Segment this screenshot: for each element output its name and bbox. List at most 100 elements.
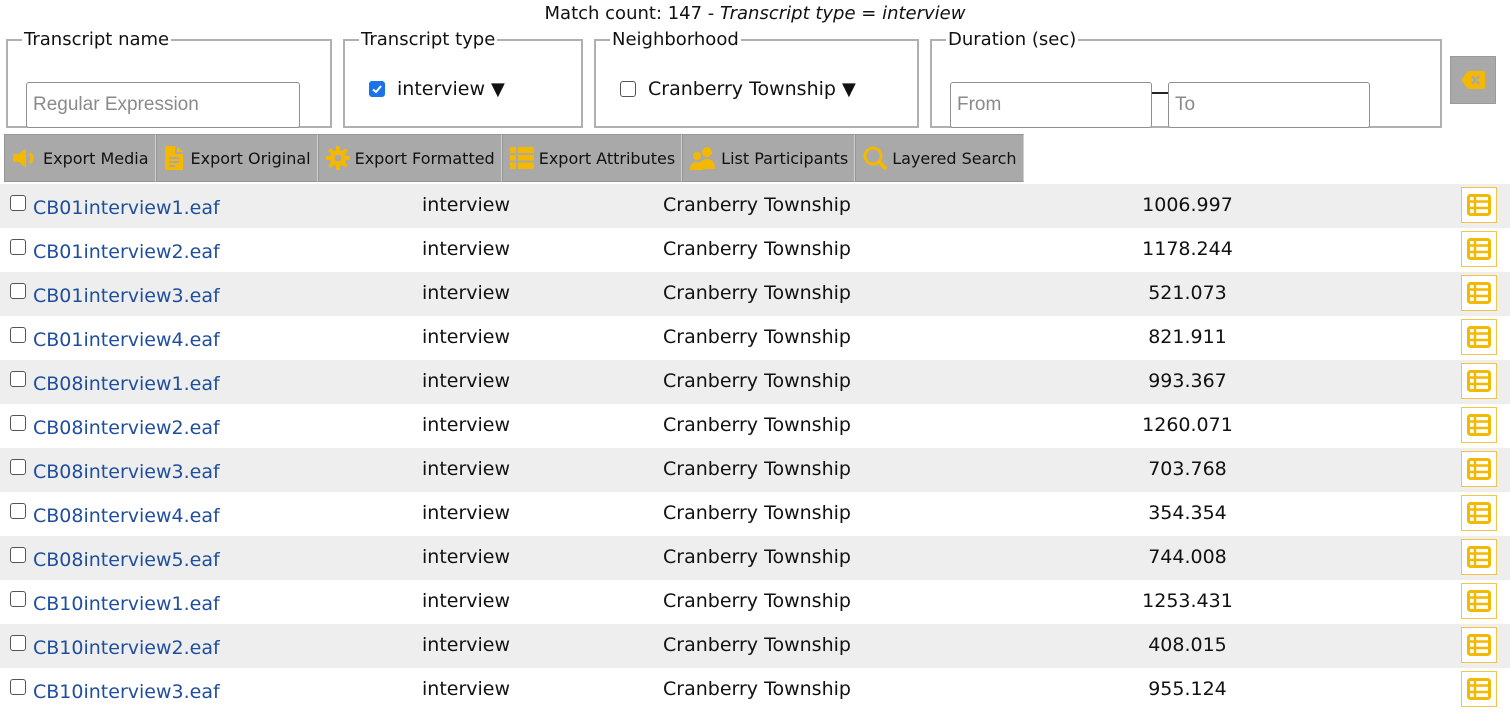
row-attributes-button[interactable]	[1461, 627, 1497, 663]
list-table-icon	[1467, 634, 1491, 656]
duration-from-input[interactable]	[950, 82, 1152, 128]
transcript-name-link[interactable]: CB10interview2.eaf	[33, 637, 220, 659]
duration-value: 744.008	[1148, 546, 1227, 568]
transcript-name-filter: Transcript name	[6, 30, 332, 128]
list-table-icon	[1467, 678, 1491, 700]
duration-filter: Duration (sec)	[930, 30, 1442, 128]
transcript-name-input[interactable]	[26, 82, 300, 128]
transcript-type-value: interview	[422, 546, 511, 568]
duration-value: 993.367	[1148, 370, 1227, 392]
export-formatted-button[interactable]: Export Formatted	[317, 134, 502, 182]
list-table-icon	[1467, 238, 1491, 260]
row-attributes-button[interactable]	[1461, 363, 1497, 399]
participants-icon	[690, 147, 716, 170]
row-attributes-button[interactable]	[1461, 407, 1497, 443]
row-attributes-button[interactable]	[1461, 231, 1497, 267]
duration-value: 1260.071	[1142, 414, 1233, 436]
row-select-checkbox[interactable]	[10, 371, 26, 387]
match-count-header: Match count: 147 - Transcript type = int…	[0, 2, 1510, 26]
transcript-name-link[interactable]: CB01interview2.eaf	[33, 241, 220, 263]
row-attributes-button[interactable]	[1461, 275, 1497, 311]
row-select-checkbox[interactable]	[10, 195, 26, 211]
row-attributes-button[interactable]	[1461, 187, 1497, 223]
transcript-type-value: interview	[422, 238, 511, 260]
row-attributes-button[interactable]	[1461, 671, 1497, 707]
transcript-name-link[interactable]: CB08interview2.eaf	[33, 417, 220, 439]
export-media-label: Export Media	[43, 148, 149, 168]
row-select-checkbox[interactable]	[10, 591, 26, 607]
transcript-row: CB01interview2.eaf interview Cranberry T…	[0, 228, 1510, 272]
transcript-name-link[interactable]: CB01interview1.eaf	[33, 197, 220, 219]
layered-search-button[interactable]: Layered Search	[855, 134, 1024, 182]
row-select-checkbox[interactable]	[10, 415, 26, 431]
row-attributes-button[interactable]	[1461, 319, 1497, 355]
transcript-row: CB08interview4.eaf interview Cranberry T…	[0, 492, 1510, 536]
duration-value: 1253.431	[1142, 590, 1233, 612]
transcript-type-value: interview	[422, 326, 511, 348]
transcript-type-value: interview	[422, 502, 511, 524]
transcript-name-link[interactable]: CB08interview5.eaf	[33, 549, 220, 571]
duration-value: 703.768	[1148, 458, 1227, 480]
transcript-row: CB01interview3.eaf interview Cranberry T…	[0, 272, 1510, 316]
list-participants-button[interactable]: List Participants	[682, 134, 856, 182]
duration-value: 1178.244	[1142, 238, 1233, 260]
row-attributes-button[interactable]	[1461, 451, 1497, 487]
transcript-name-link[interactable]: CB01interview4.eaf	[33, 329, 220, 351]
row-select-checkbox[interactable]	[10, 503, 26, 519]
transcript-row: CB10interview2.eaf interview Cranberry T…	[0, 624, 1510, 668]
list-table-icon	[1467, 370, 1491, 392]
row-select-checkbox[interactable]	[10, 679, 26, 695]
transcript-type-value: interview	[422, 458, 511, 480]
row-attributes-button[interactable]	[1461, 583, 1497, 619]
export-attributes-button[interactable]: Export Attributes	[501, 134, 683, 182]
transcript-name-link[interactable]: CB08interview1.eaf	[33, 373, 220, 395]
row-select-checkbox[interactable]	[10, 547, 26, 563]
list-table-icon	[1467, 326, 1491, 348]
duration-to-input[interactable]	[1168, 82, 1370, 128]
list-table-icon	[1467, 414, 1491, 436]
match-filter-text: Transcript type = interview	[720, 3, 966, 24]
transcript-row: CB10interview3.eaf interview Cranberry T…	[0, 668, 1510, 712]
transcript-type-value: interview	[422, 678, 511, 700]
search-icon	[863, 146, 888, 171]
clear-filters-button[interactable]	[1450, 56, 1496, 104]
transcript-row: CB08interview2.eaf interview Cranberry T…	[0, 404, 1510, 448]
export-media-button[interactable]: Export Media	[4, 134, 156, 182]
duration-value: 408.015	[1148, 634, 1227, 656]
transcript-type-legend: Transcript type	[361, 29, 496, 50]
list-table-icon	[1467, 194, 1491, 216]
row-select-checkbox[interactable]	[10, 635, 26, 651]
transcript-row: CB10interview1.eaf interview Cranberry T…	[0, 580, 1510, 624]
neighborhood-dropdown[interactable]: Cranberry Township ▼	[620, 78, 856, 100]
transcript-name-link[interactable]: CB08interview3.eaf	[33, 461, 220, 483]
transcript-type-filter: Transcript type interview ▼	[343, 30, 583, 128]
transcript-type-dropdown[interactable]: interview ▼	[369, 78, 505, 100]
neighborhood-value: Cranberry Township	[663, 546, 851, 568]
export-original-button[interactable]: Export Original	[155, 134, 318, 182]
transcript-name-link[interactable]: CB01interview3.eaf	[33, 285, 220, 307]
caret-down-icon[interactable]: ▼	[842, 79, 856, 100]
row-select-checkbox[interactable]	[10, 239, 26, 255]
row-select-checkbox[interactable]	[10, 459, 26, 475]
check-icon	[372, 85, 382, 94]
match-count-text: Match count: 147 -	[544, 3, 721, 24]
row-select-checkbox[interactable]	[10, 327, 26, 343]
transcript-name-legend: Transcript name	[24, 29, 170, 50]
transcript-name-link[interactable]: CB10interview3.eaf	[33, 681, 220, 703]
transcript-row: CB01interview1.eaf interview Cranberry T…	[0, 184, 1510, 228]
duration-value: 1006.997	[1142, 194, 1233, 216]
transcript-name-link[interactable]: CB08interview4.eaf	[33, 505, 220, 527]
backspace-clear-icon	[1461, 71, 1485, 89]
duration-value: 955.124	[1148, 678, 1227, 700]
duration-value: 354.354	[1148, 502, 1227, 524]
row-attributes-button[interactable]	[1461, 539, 1497, 575]
row-attributes-button[interactable]	[1461, 495, 1497, 531]
neighborhood-checkbox[interactable]	[620, 81, 636, 97]
list-participants-label: List Participants	[721, 148, 849, 168]
row-select-checkbox[interactable]	[10, 283, 26, 299]
neighborhood-value: Cranberry Township	[663, 634, 851, 656]
transcript-name-link[interactable]: CB10interview1.eaf	[33, 593, 220, 615]
gear-icon	[325, 146, 350, 170]
caret-down-icon[interactable]: ▼	[491, 79, 505, 100]
transcript-type-checkbox[interactable]	[369, 81, 385, 97]
